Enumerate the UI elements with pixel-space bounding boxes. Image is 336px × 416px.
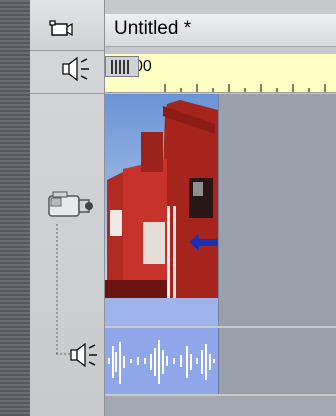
playhead-handle[interactable]	[105, 56, 139, 77]
empty-track[interactable]	[105, 396, 336, 416]
audio-waveform	[108, 340, 215, 384]
audio-track-speaker-icon[interactable]	[68, 342, 100, 368]
panel-grip[interactable]	[0, 0, 30, 416]
timeline-ruler[interactable]: 00	[105, 54, 336, 93]
track-link-line	[56, 224, 58, 354]
track-header-column	[30, 0, 105, 416]
video-track[interactable]	[105, 94, 336, 326]
video-clip[interactable]	[105, 94, 219, 326]
audio-clip[interactable]	[105, 328, 219, 394]
ruler-header-separator	[30, 93, 104, 94]
timeline-title-bar: Untitled *	[105, 14, 336, 47]
video-track-icon[interactable]	[49, 18, 73, 40]
video-clip-thumbnail	[105, 94, 218, 298]
audio-track[interactable]	[105, 328, 336, 394]
camcorder-icon[interactable]	[42, 188, 94, 224]
audio-speaker-icon[interactable]	[59, 56, 91, 82]
handle-grip-icon	[111, 60, 129, 74]
project-title: Untitled *	[114, 18, 192, 39]
